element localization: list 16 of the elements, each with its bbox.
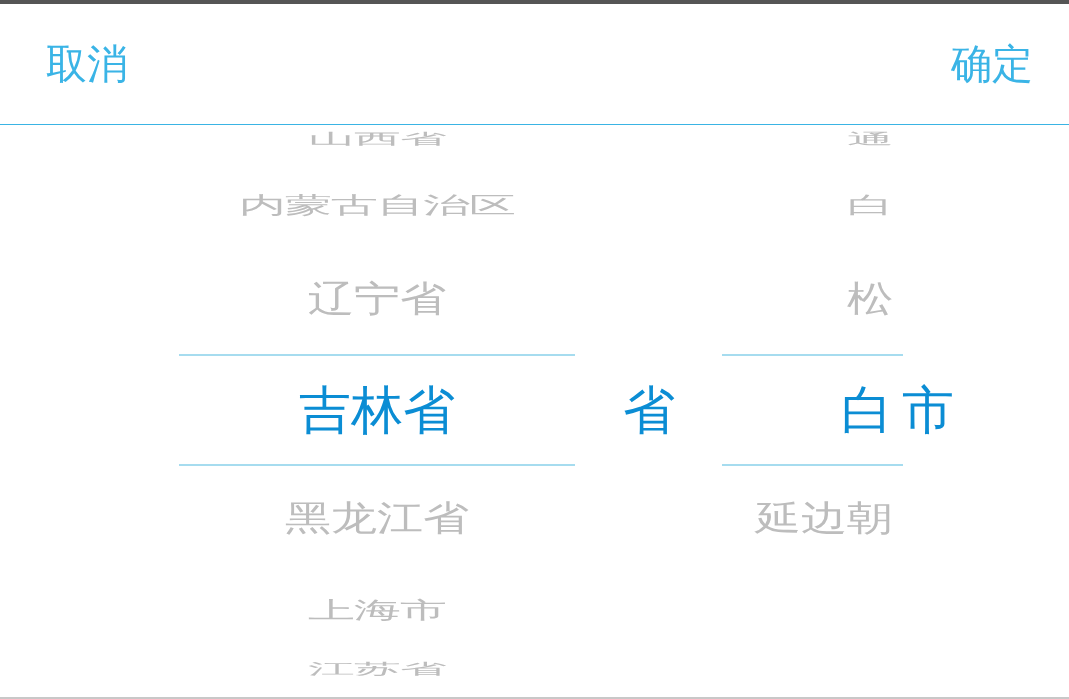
wheel-item[interactable]: 松	[847, 280, 893, 317]
wheel-item[interactable]: 通	[847, 131, 893, 147]
wheel-item[interactable]: 白	[841, 384, 893, 436]
wheel-item[interactable]: 辽宁省	[308, 280, 446, 317]
wheel-item[interactable]: 内蒙古自治区	[239, 193, 515, 217]
wheel-item[interactable]: 江苏省	[308, 661, 446, 677]
confirm-button[interactable]: 确定	[951, 43, 1033, 85]
unit-label: 省	[622, 383, 675, 436]
wheel-item[interactable]: 上海市	[308, 598, 446, 622]
wheel-item[interactable]: 山西省	[308, 131, 446, 147]
wheel-item[interactable]: 黑龙江省	[285, 500, 469, 536]
unit-label: 市	[902, 383, 954, 436]
wheel-item[interactable]: 白	[847, 193, 893, 217]
cancel-button[interactable]: 取消	[46, 43, 128, 85]
wheel-item[interactable]: 吉林省	[299, 384, 455, 436]
wheel-item[interactable]: 延边朝	[755, 500, 893, 536]
